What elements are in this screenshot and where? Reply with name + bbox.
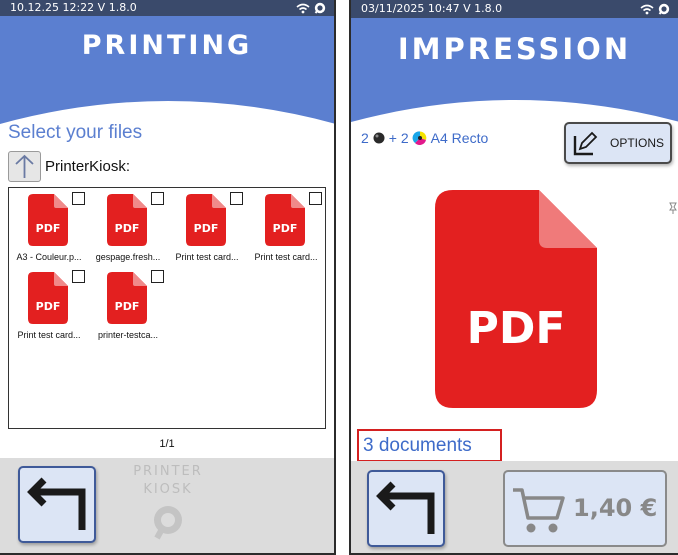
brand-line-1: PRINTER: [133, 464, 203, 479]
pdf-file-icon: PDF: [107, 194, 147, 246]
back-button[interactable]: [367, 470, 445, 547]
file-name: Print test card...: [254, 252, 318, 262]
wifi-icon: [296, 3, 310, 13]
pdf-badge: PDF: [115, 300, 140, 313]
options-label: OPTIONS: [610, 136, 665, 150]
pdf-file-icon: PDF: [107, 272, 147, 324]
file-name: Print test card...: [17, 330, 81, 340]
status-bar: 03/11/2025 10:47 V 1.8.0: [351, 0, 678, 18]
pdf-file-icon: PDF: [186, 194, 226, 246]
header-banner: IMPRESSION: [351, 18, 678, 122]
cart-price: 1,40 €: [573, 494, 658, 522]
toner-black-icon: [373, 132, 385, 144]
file-checkbox[interactable]: [72, 270, 85, 283]
file-name: printer-testca...: [97, 330, 159, 340]
footer-bar: 1,40 €: [351, 461, 678, 553]
file-item[interactable]: PDF printer-testca...: [89, 268, 167, 350]
pdf-file-icon: PDF: [28, 194, 68, 246]
file-checkbox[interactable]: [309, 192, 322, 205]
status-datetime-version: 03/11/2025 10:47 V 1.8.0: [361, 2, 503, 15]
back-button[interactable]: [18, 466, 96, 543]
app-logo-icon: [658, 3, 670, 15]
app-logo-icon: [314, 2, 326, 14]
pagination: 1/1: [159, 438, 175, 450]
file-item[interactable]: PDF Print test card...: [247, 190, 325, 272]
file-name: A3 - Couleur.p...: [16, 252, 82, 262]
upload-arrow-icon: [15, 154, 34, 178]
cart-button[interactable]: 1,40 €: [503, 470, 667, 547]
file-item[interactable]: PDF Print test card...: [168, 190, 246, 272]
status-datetime-version: 10.12.25 12:22 V 1.8.0: [10, 1, 137, 14]
summary-color-count: + 2: [388, 130, 409, 146]
documents-count: 3 documents: [357, 429, 502, 462]
file-checkbox[interactable]: [230, 192, 243, 205]
summary-format: A4 Recto: [430, 130, 489, 146]
print-summary: 2 + 2 A4 Recto: [361, 128, 488, 148]
pdf-document-icon: PDF: [435, 190, 597, 408]
file-name: Print test card...: [175, 252, 239, 262]
back-arrow-icon: [376, 481, 435, 534]
pdf-badge: PDF: [36, 222, 61, 235]
select-files-heading: Select your files: [8, 122, 143, 143]
brand-logo-icon: [154, 506, 182, 540]
file-checkbox[interactable]: [72, 192, 85, 205]
edit-icon: [573, 131, 598, 156]
printing-screen: 10.12.25 12:22 V 1.8.0 PRINTING Select y…: [0, 0, 336, 555]
pdf-file-icon: PDF: [28, 272, 68, 324]
file-checkbox[interactable]: [151, 192, 164, 205]
options-button[interactable]: OPTIONS: [564, 122, 672, 164]
pdf-badge: PDF: [36, 300, 61, 313]
pdf-badge: PDF: [194, 222, 219, 235]
header-banner: PRINTING: [0, 16, 334, 124]
documents-count-label: 3 documents: [363, 435, 472, 456]
file-item[interactable]: PDF A3 - Couleur.p...: [10, 190, 88, 272]
impression-screen: 03/11/2025 10:47 V 1.8.0 IMPRESSION 2 + …: [349, 0, 678, 555]
folder-name: PrinterKiosk:: [45, 158, 131, 175]
file-checkbox[interactable]: [151, 270, 164, 283]
page-title: IMPRESSION: [397, 32, 632, 66]
file-item[interactable]: PDF Print test card...: [10, 268, 88, 350]
file-list: PDF A3 - Couleur.p... PDF gespage.fresh.…: [8, 187, 326, 429]
file-item[interactable]: PDF gespage.fresh...: [89, 190, 167, 272]
wifi-icon: [640, 4, 654, 14]
brand-line-2: KIOSK: [143, 482, 193, 497]
file-name: gespage.fresh...: [95, 252, 161, 262]
footer-bar: PRINTER KIOSK: [0, 458, 334, 553]
pdf-file-icon: PDF: [265, 194, 305, 246]
summary-bw-count: 2: [361, 130, 369, 146]
cart-icon: [513, 488, 565, 533]
toner-color-icon: [412, 131, 426, 145]
pdf-label: PDF: [467, 303, 566, 354]
page-title: PRINTING: [81, 30, 253, 61]
back-arrow-icon: [27, 477, 86, 530]
pdf-badge: PDF: [273, 222, 298, 235]
folder-up-button[interactable]: [8, 151, 41, 182]
pin-icon: [669, 202, 677, 214]
status-bar: 10.12.25 12:22 V 1.8.0: [0, 0, 334, 16]
pdf-badge: PDF: [115, 222, 140, 235]
